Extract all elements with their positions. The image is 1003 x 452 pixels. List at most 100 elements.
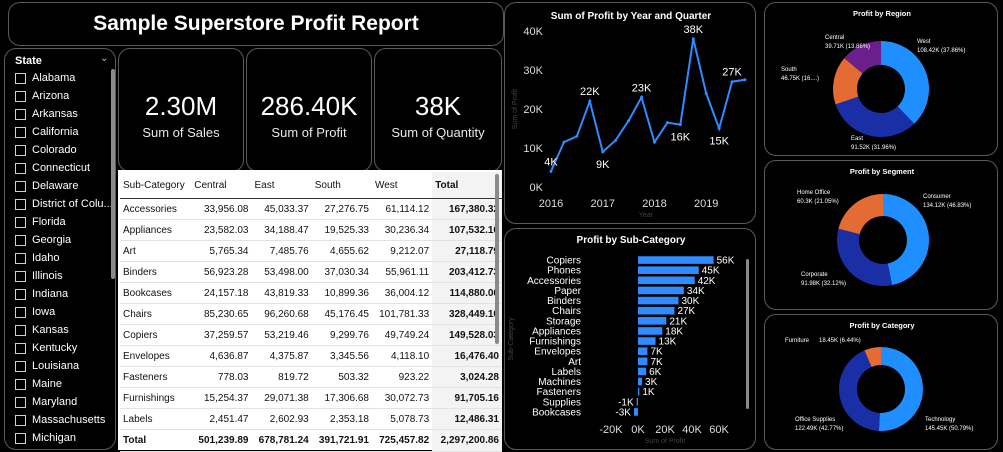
- table-cell: 33,956.08: [191, 198, 252, 220]
- table-cell: 17,306.68: [311, 387, 372, 409]
- checkbox[interactable]: [15, 216, 26, 228]
- row-header-cell: Labels: [120, 408, 192, 430]
- checkbox[interactable]: [15, 252, 26, 264]
- state-slicer[interactable]: State ⌄ Alabama Arizona Arkansas California…: [4, 48, 116, 450]
- bar: [638, 347, 648, 355]
- checkbox[interactable]: [15, 432, 26, 444]
- category-donut-chart: Profit by Category Technology 145.45K (50.…: [785, 321, 973, 432]
- slicer-item[interactable]: Iowa: [15, 303, 111, 321]
- data-point: [562, 140, 566, 144]
- checkbox[interactable]: [15, 90, 26, 102]
- data-point: [678, 123, 682, 127]
- slice-label: 46.75K (16....): [781, 76, 819, 82]
- table-cell: 85,230.65: [191, 303, 252, 325]
- checkbox[interactable]: [15, 288, 26, 300]
- table-cell: 91,705.16: [432, 387, 502, 409]
- bar: [638, 266, 699, 274]
- total-cell: 678,781.24: [251, 429, 312, 452]
- line-chart: Sum of Profit by Year and Quarter 0K 10K 20…: [512, 11, 747, 219]
- chevron-down-icon[interactable]: ⌄: [100, 53, 108, 64]
- slicer-item-label: Colorado: [32, 144, 77, 156]
- checkbox[interactable]: [15, 360, 26, 372]
- slicer-item[interactable]: Colorado: [15, 141, 111, 159]
- table-cell: 819.72: [251, 366, 312, 388]
- bar: [638, 367, 647, 376]
- slicer-item[interactable]: Kansas: [15, 321, 111, 339]
- kpi-card-sales: 2.30M Sum of Sales: [118, 48, 244, 172]
- checkbox[interactable]: [15, 324, 26, 336]
- slice-name: Technology: [925, 417, 955, 423]
- slicer-item[interactable]: Delaware: [15, 177, 111, 195]
- slicer-item[interactable]: Michigan: [15, 429, 111, 447]
- bar: [638, 317, 667, 325]
- y-tick-label: 10K: [523, 143, 543, 155]
- checkbox[interactable]: [15, 378, 26, 390]
- checkbox[interactable]: [15, 180, 26, 192]
- table-scrollbar[interactable]: [495, 174, 499, 344]
- slicer-item[interactable]: Idaho: [15, 249, 111, 267]
- column-header[interactable]: Sub-Category: [120, 172, 192, 199]
- slicer-item[interactable]: Illinois: [15, 267, 111, 285]
- kpi-label: Sum of Sales: [142, 125, 220, 140]
- kpi-card-profit: 286.40K Sum of Profit: [246, 48, 372, 172]
- donut-slice: [838, 194, 883, 235]
- slicer-item[interactable]: Maryland: [15, 393, 111, 411]
- column-header[interactable]: Total: [432, 172, 502, 199]
- bar: [638, 256, 714, 264]
- slicer-item[interactable]: District of Colu...: [15, 195, 111, 213]
- slicer-item[interactable]: Alabama: [15, 69, 111, 87]
- checkbox[interactable]: [15, 234, 26, 246]
- row-header-cell: Fasteners: [120, 366, 192, 388]
- x-tick-label: 20K: [655, 424, 675, 436]
- slice-label: 60.3K (21.05%): [797, 199, 839, 205]
- column-header[interactable]: East: [251, 172, 312, 199]
- table-cell: 7,485.76: [251, 240, 312, 262]
- column-header[interactable]: West: [371, 172, 433, 199]
- checkbox[interactable]: [15, 396, 26, 408]
- slice-name: Central: [825, 35, 844, 41]
- slicer-scrollbar[interactable]: [111, 69, 115, 279]
- table-cell: 36,004.12: [371, 282, 433, 304]
- table-row: Chairs 85,230.65 96,260.68 45,176.45 101,781…: [120, 303, 502, 325]
- data-point: [575, 134, 579, 138]
- table-cell: 61,114.12: [371, 198, 433, 220]
- data-point: [717, 127, 721, 130]
- total-cell: 2,297,200.86: [432, 429, 502, 452]
- slicer-item[interactable]: Kentucky: [15, 339, 111, 357]
- table-cell: 29,071.38: [251, 387, 312, 409]
- table-cell: 34,188.47: [251, 219, 312, 241]
- x-tick-label: -20K: [599, 424, 623, 436]
- slicer-item[interactable]: Louisiana: [15, 357, 111, 375]
- checkbox[interactable]: [15, 126, 26, 138]
- slicer-item[interactable]: Florida: [15, 213, 111, 231]
- slicer-item[interactable]: Arizona: [15, 87, 111, 105]
- slicer-item[interactable]: Indiana: [15, 285, 111, 303]
- slicer-item[interactable]: Arkansas: [15, 105, 111, 123]
- column-header[interactable]: South: [311, 172, 372, 199]
- checkbox[interactable]: [15, 72, 26, 84]
- slicer-item[interactable]: Maine: [15, 375, 111, 393]
- row-header-cell: Furnishings: [120, 387, 192, 409]
- table-cell: 55,961.11: [371, 261, 433, 283]
- table-cell: 23,582.03: [191, 219, 252, 241]
- checkbox[interactable]: [15, 306, 26, 318]
- checkbox[interactable]: [15, 414, 26, 426]
- checkbox[interactable]: [15, 108, 26, 120]
- slicer-item[interactable]: Georgia: [15, 231, 111, 249]
- table-row: Bookcases 24,157.18 43,819.33 10,899.36 36,0…: [120, 282, 502, 304]
- slicer-item[interactable]: Connecticut: [15, 159, 111, 177]
- column-header[interactable]: Central: [191, 172, 252, 199]
- total-cell: 391,721.91: [311, 429, 372, 452]
- data-point: [730, 80, 734, 84]
- kpi-label: Sum of Profit: [271, 125, 347, 140]
- checkbox[interactable]: [15, 162, 26, 174]
- checkbox[interactable]: [15, 270, 26, 282]
- checkbox[interactable]: [15, 198, 26, 210]
- slicer-item[interactable]: California: [15, 123, 111, 141]
- checkbox[interactable]: [15, 144, 26, 156]
- slicer-item[interactable]: Massachusetts: [15, 411, 111, 429]
- checkbox[interactable]: [15, 342, 26, 354]
- y-tick-label: 0K: [530, 182, 544, 194]
- bar-chart: Profit by Sub-CategoryCopiers 56KPhones 45…: [508, 235, 749, 445]
- row-header-cell: Accessories: [120, 198, 192, 220]
